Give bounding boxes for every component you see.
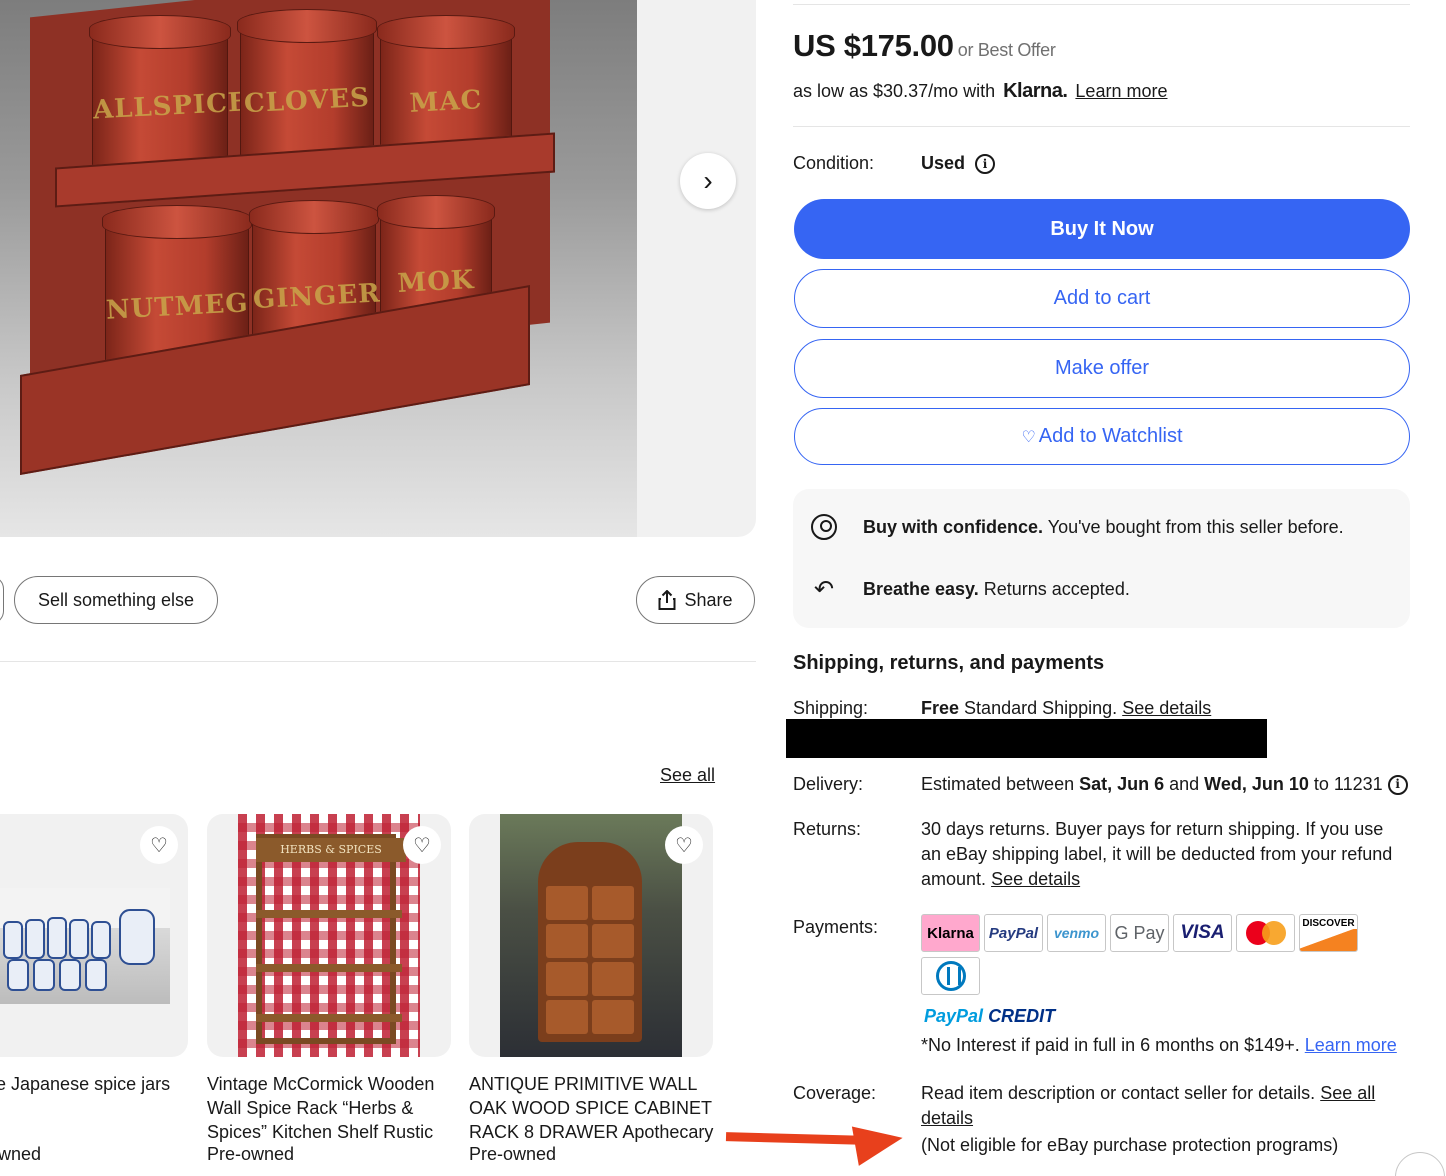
return-arrow-icon: ↶	[813, 575, 835, 603]
heart-icon: ♡	[150, 834, 168, 857]
google-pay-logo: G Pay	[1110, 914, 1169, 952]
add-to-cart-button[interactable]: Add to cart	[794, 269, 1410, 328]
condition-label: Condition:	[793, 153, 875, 173]
similar-item-image[interactable]: ♡	[469, 814, 713, 1057]
similar-item-title[interactable]: e Japanese spice jars	[0, 1072, 170, 1096]
make-offer-button[interactable]: Make offer	[794, 339, 1410, 398]
heart-icon: ♡	[1021, 428, 1036, 446]
similar-item-condition: Pre-owned	[207, 1144, 295, 1164]
shipping-see-details-link[interactable]: See details	[1122, 698, 1211, 718]
delivery-value: Estimated between Sat, Jun 6 and Wed, Ju…	[921, 772, 1411, 797]
similar-item-image[interactable]: HERBS & SPICES ♡	[207, 814, 451, 1057]
paypal-credit-terms: *No Interest if paid in full in 6 months…	[921, 1035, 1397, 1055]
price: US $175.00 or Best Offer	[793, 28, 1056, 64]
discover-logo: DISCOVER	[1299, 914, 1358, 952]
klarna-text: as low as $30.37/mo with	[793, 81, 996, 101]
share-label: Share	[684, 589, 733, 610]
klarna-logo: Klarna	[921, 914, 980, 952]
similar-item-title[interactable]: ANTIQUE PRIMITIVE WALL OAK WOOD SPICE CA…	[469, 1072, 713, 1144]
venmo-logo: venmo	[1047, 914, 1106, 952]
spice-cabinet-photo	[500, 814, 682, 1057]
see-all-link[interactable]: See all	[660, 765, 715, 786]
payments-label: Payments:	[793, 917, 879, 937]
product-image-gallery[interactable]: ALLSPICE CLOVES MAC NUTMEG GINGER MOK ›	[0, 0, 756, 537]
spice-rack-photo: HERBS & SPICES	[238, 814, 420, 1057]
partial-action-button[interactable]	[0, 576, 4, 624]
similar-item-title[interactable]: Vintage McCormick Wooden Wall Spice Rack…	[207, 1072, 434, 1144]
info-icon[interactable]: i	[1387, 774, 1408, 795]
share-button[interactable]: Share	[636, 576, 755, 624]
share-icon	[658, 590, 676, 610]
canister-label: MAC	[408, 85, 484, 120]
annotation-arrow-head	[851, 1118, 907, 1166]
shipping-value: Free Standard Shipping. See details	[921, 698, 1212, 718]
confidence-row: Buy with confidence. You've bought from …	[809, 512, 1344, 542]
paypal-logo: PayPal	[984, 914, 1043, 952]
heart-icon: ♡	[413, 834, 431, 857]
annotation-arrow	[725, 1132, 867, 1145]
delivery-label: Delivery:	[793, 774, 864, 794]
sell-label: Sell something else	[37, 589, 195, 610]
canister-label: CLOVES	[243, 82, 371, 120]
coverage-value: Read item description or contact seller …	[921, 1083, 1376, 1128]
add-to-watchlist-button[interactable]: ♡ Add to Watchlist	[794, 408, 1410, 465]
heart-icon: ♡	[675, 834, 693, 857]
canister: CLOVES	[237, 9, 377, 164]
divider	[793, 126, 1410, 127]
divider	[793, 4, 1410, 5]
credit-learn-more-link[interactable]: Learn more	[1305, 1035, 1397, 1055]
product-photo: ALLSPICE CLOVES MAC NUTMEG GINGER MOK	[0, 0, 637, 537]
rack-sign: HERBS & SPICES	[256, 838, 406, 862]
similar-item-condition: wned	[0, 1144, 42, 1164]
best-offer-label: or Best Offer	[957, 40, 1056, 60]
returns-see-details-link[interactable]: See details	[991, 869, 1080, 889]
canister-label: NUTMEG	[105, 287, 250, 326]
coverage-note: (Not eligible for eBay purchase protecti…	[921, 1135, 1339, 1155]
buy-with-confidence-panel: Buy with confidence. You've bought from …	[793, 489, 1410, 628]
mastercard-logo	[1236, 914, 1295, 952]
klarna-financing: as low as $30.37/mo with Klarna. Learn m…	[793, 80, 1167, 103]
returns-value: 30 days returns. Buyer pays for return s…	[921, 819, 1393, 889]
chevron-right-icon: ›	[703, 165, 713, 196]
diners-club-logo	[921, 957, 980, 995]
similar-item-image[interactable]: ♡	[0, 814, 188, 1057]
help-bubble-button[interactable]	[1395, 1152, 1445, 1176]
canister: ALLSPICE	[89, 15, 250, 170]
visa-logo: VISA	[1173, 914, 1232, 952]
returns-label: Returns:	[793, 819, 862, 839]
redaction-bar	[786, 719, 1267, 758]
divider	[0, 661, 756, 662]
watch-heart-button[interactable]: ♡	[665, 826, 703, 864]
info-icon[interactable]: i	[975, 153, 996, 174]
cabinet-drawers	[546, 886, 634, 1034]
spice-jars-illustration	[0, 888, 170, 991]
klarna-logo: Klarna.	[1003, 80, 1068, 102]
sell-something-else-button[interactable]: Sell something else	[14, 576, 218, 624]
condition-value: Used i	[921, 153, 996, 174]
next-image-button[interactable]: ›	[680, 153, 736, 209]
payment-methods: Klarna PayPal venmo G Pay VISA DISCOVER	[921, 914, 1371, 995]
user-circle-icon	[811, 514, 837, 540]
rack-frame	[256, 834, 396, 1044]
spice-jars-photo	[0, 888, 170, 1004]
similar-item-condition: Pre-owned	[469, 1144, 557, 1164]
section-heading: Shipping, returns, and payments	[793, 652, 1105, 674]
watch-heart-button[interactable]: ♡	[403, 826, 441, 864]
condition-text: Used	[921, 153, 966, 173]
paypal-credit-logo: PayPal CREDIT	[924, 1006, 1056, 1026]
price-value: US $175.00	[793, 28, 954, 63]
klarna-learn-more-link[interactable]: Learn more	[1075, 81, 1167, 102]
shipping-label: Shipping:	[793, 698, 869, 718]
watch-heart-button[interactable]: ♡	[140, 826, 178, 864]
canister-label: GINGER	[252, 278, 382, 316]
canister-label: ALLSPICE	[92, 87, 250, 126]
returns-row: ↶ Breathe easy. Returns accepted.	[809, 574, 1130, 604]
buy-it-now-button[interactable]: Buy It Now	[794, 199, 1410, 259]
coverage-label: Coverage:	[793, 1083, 877, 1103]
